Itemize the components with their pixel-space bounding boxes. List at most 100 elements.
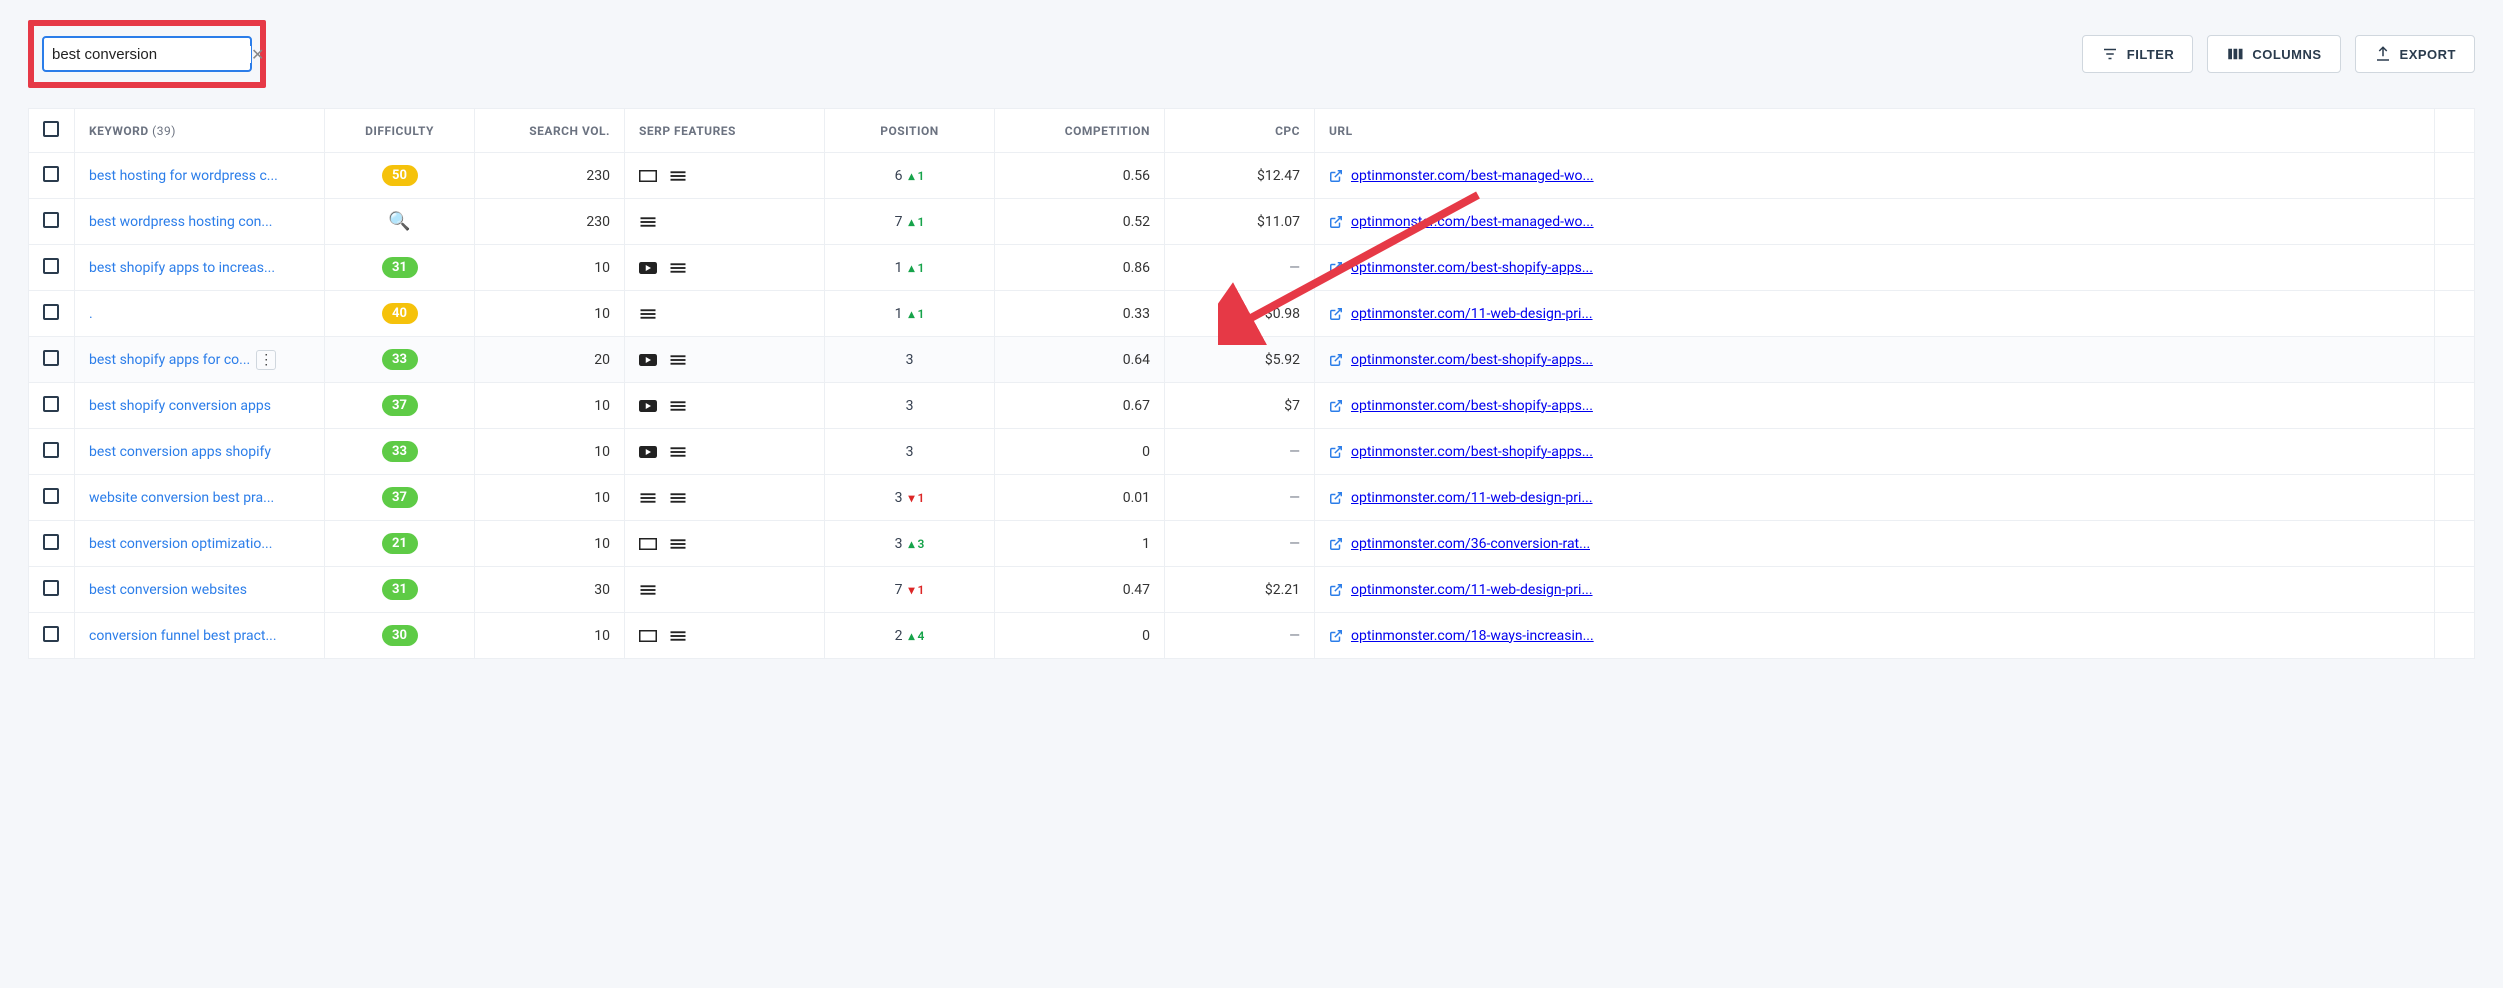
table-row: best hosting for wordpress c...502306▴ 1… bbox=[29, 153, 2475, 199]
columns-button[interactable]: COLUMNS bbox=[2207, 35, 2340, 73]
header-competition[interactable]: COMPETITION bbox=[995, 109, 1165, 153]
filter-label: FILTER bbox=[2127, 47, 2175, 62]
url-link[interactable]: optinmonster.com/best-shopify-apps... bbox=[1351, 398, 1593, 414]
cpc-cell: $2.21 bbox=[1165, 567, 1315, 613]
external-link-icon[interactable] bbox=[1329, 169, 1343, 183]
header-cpc[interactable]: CPC bbox=[1165, 109, 1315, 153]
url-link[interactable]: optinmonster.com/11-web-design-pri... bbox=[1351, 490, 1593, 506]
position-delta: ▾ 1 bbox=[909, 583, 925, 597]
row-checkbox[interactable] bbox=[43, 488, 59, 504]
serp-features bbox=[639, 169, 810, 183]
columns-label: COLUMNS bbox=[2252, 47, 2321, 62]
search-box[interactable]: ✕ bbox=[42, 36, 252, 72]
search-glass-icon[interactable]: 🔍 bbox=[388, 211, 410, 232]
keyword-link[interactable]: best conversion websites bbox=[89, 581, 247, 597]
export-label: EXPORT bbox=[2400, 47, 2456, 62]
external-link-icon[interactable] bbox=[1329, 583, 1343, 597]
row-checkbox[interactable] bbox=[43, 212, 59, 228]
lines-icon bbox=[669, 261, 687, 275]
position-delta: ▴ 4 bbox=[909, 629, 925, 643]
external-link-icon[interactable] bbox=[1329, 261, 1343, 275]
serp-features bbox=[639, 537, 810, 551]
external-link-icon[interactable] bbox=[1329, 445, 1343, 459]
position-value: 3 bbox=[906, 444, 914, 460]
external-link-icon[interactable] bbox=[1329, 307, 1343, 321]
row-checkbox[interactable] bbox=[43, 166, 59, 182]
keyword-link[interactable]: best conversion apps shopify bbox=[89, 443, 271, 459]
keyword-link[interactable]: best hosting for wordpress c... bbox=[89, 167, 278, 183]
table-row: best wordpress hosting con...🔍2307▴ 10.5… bbox=[29, 199, 2475, 245]
cpc-cell: $11.07 bbox=[1165, 199, 1315, 245]
row-checkbox[interactable] bbox=[43, 396, 59, 412]
keyword-link[interactable]: best shopify apps to increas... bbox=[89, 259, 275, 275]
select-all-checkbox[interactable] bbox=[43, 121, 59, 137]
difficulty-pill: 30 bbox=[382, 625, 418, 646]
keyword-link[interactable]: best conversion optimizatio... bbox=[89, 535, 272, 551]
header-url[interactable]: URL bbox=[1315, 109, 2435, 153]
competition-cell: 0 bbox=[995, 613, 1165, 659]
more-actions-button[interactable]: ⋮ bbox=[256, 350, 276, 370]
keyword-table: KEYWORD (39) DIFFICULTY SEARCH VOL. SERP… bbox=[28, 108, 2475, 659]
volume-cell: 230 bbox=[475, 153, 625, 199]
external-link-icon[interactable] bbox=[1329, 537, 1343, 551]
export-button[interactable]: EXPORT bbox=[2355, 35, 2475, 73]
competition-cell: 0.56 bbox=[995, 153, 1165, 199]
url-link[interactable]: optinmonster.com/11-web-design-pri... bbox=[1351, 582, 1593, 598]
header-difficulty[interactable]: DIFFICULTY bbox=[325, 109, 475, 153]
position-value: 1 bbox=[895, 260, 903, 276]
row-checkbox[interactable] bbox=[43, 350, 59, 366]
snippet-icon bbox=[639, 629, 657, 643]
snippet-icon bbox=[639, 169, 657, 183]
volume-cell: 10 bbox=[475, 613, 625, 659]
external-link-icon[interactable] bbox=[1329, 353, 1343, 367]
url-link[interactable]: optinmonster.com/best-shopify-apps... bbox=[1351, 444, 1593, 460]
video-icon bbox=[639, 445, 657, 459]
url-link[interactable]: optinmonster.com/11-web-design-pri... bbox=[1351, 306, 1593, 322]
url-link[interactable]: optinmonster.com/best-shopify-apps... bbox=[1351, 260, 1593, 276]
table-row: conversion funnel best pract... 30 10 2 ▴ 4 0… bbox=[29, 613, 2475, 659]
url-link[interactable]: optinmonster.com/best-managed-wo... bbox=[1351, 168, 1594, 184]
competition-cell: 0.01 bbox=[995, 475, 1165, 521]
cpc-cell: $0.98 bbox=[1165, 291, 1315, 337]
table-row: best conversion apps shopify331030—optin… bbox=[29, 429, 2475, 475]
position-value: 2 bbox=[895, 628, 903, 644]
lines-icon bbox=[639, 491, 657, 505]
cpc-cell: — bbox=[1165, 475, 1315, 521]
row-checkbox[interactable] bbox=[43, 580, 59, 596]
header-position[interactable]: POSITION bbox=[825, 109, 995, 153]
external-link-icon[interactable] bbox=[1329, 215, 1343, 229]
url-link[interactable]: optinmonster.com/36-conversion-rat... bbox=[1351, 536, 1590, 552]
table-row: website conversion best pra...37103▾ 10.… bbox=[29, 475, 2475, 521]
keyword-link[interactable]: best wordpress hosting con... bbox=[89, 213, 273, 229]
table-row: best shopify apps to increas...31101▴ 10… bbox=[29, 245, 2475, 291]
position-value: 7 bbox=[895, 214, 903, 230]
clear-search-icon[interactable]: ✕ bbox=[251, 45, 264, 64]
row-checkbox[interactable] bbox=[43, 442, 59, 458]
url-link[interactable]: optinmonster.com/18-ways-increasin... bbox=[1351, 628, 1594, 644]
competition-cell: 0.33 bbox=[995, 291, 1165, 337]
filter-button[interactable]: FILTER bbox=[2082, 35, 2194, 73]
header-serp[interactable]: SERP FEATURES bbox=[625, 109, 825, 153]
row-checkbox[interactable] bbox=[43, 258, 59, 274]
keyword-link[interactable]: best shopify apps for co... bbox=[89, 351, 250, 367]
url-link[interactable]: optinmonster.com/best-managed-wo... bbox=[1351, 214, 1594, 230]
row-checkbox[interactable] bbox=[43, 534, 59, 550]
external-link-icon[interactable] bbox=[1329, 399, 1343, 413]
row-checkbox[interactable] bbox=[43, 304, 59, 320]
keyword-link[interactable]: . bbox=[89, 305, 93, 321]
url-link[interactable]: optinmonster.com/best-shopify-apps... bbox=[1351, 352, 1593, 368]
cpc-cell: $7 bbox=[1165, 383, 1315, 429]
row-checkbox[interactable] bbox=[43, 626, 59, 642]
external-link-icon[interactable] bbox=[1329, 491, 1343, 505]
keyword-link[interactable]: best shopify conversion apps bbox=[89, 397, 271, 413]
difficulty-pill: 31 bbox=[382, 257, 418, 278]
keyword-link[interactable]: website conversion best pra... bbox=[89, 489, 274, 505]
header-keyword[interactable]: KEYWORD (39) bbox=[75, 109, 325, 153]
keyword-link[interactable]: conversion funnel best pract... bbox=[89, 627, 277, 643]
search-input[interactable] bbox=[52, 46, 251, 63]
position-value: 3 bbox=[895, 536, 903, 552]
competition-cell: 0.47 bbox=[995, 567, 1165, 613]
competition-cell: 0 bbox=[995, 429, 1165, 475]
header-volume[interactable]: SEARCH VOL. bbox=[475, 109, 625, 153]
external-link-icon[interactable] bbox=[1329, 629, 1343, 643]
